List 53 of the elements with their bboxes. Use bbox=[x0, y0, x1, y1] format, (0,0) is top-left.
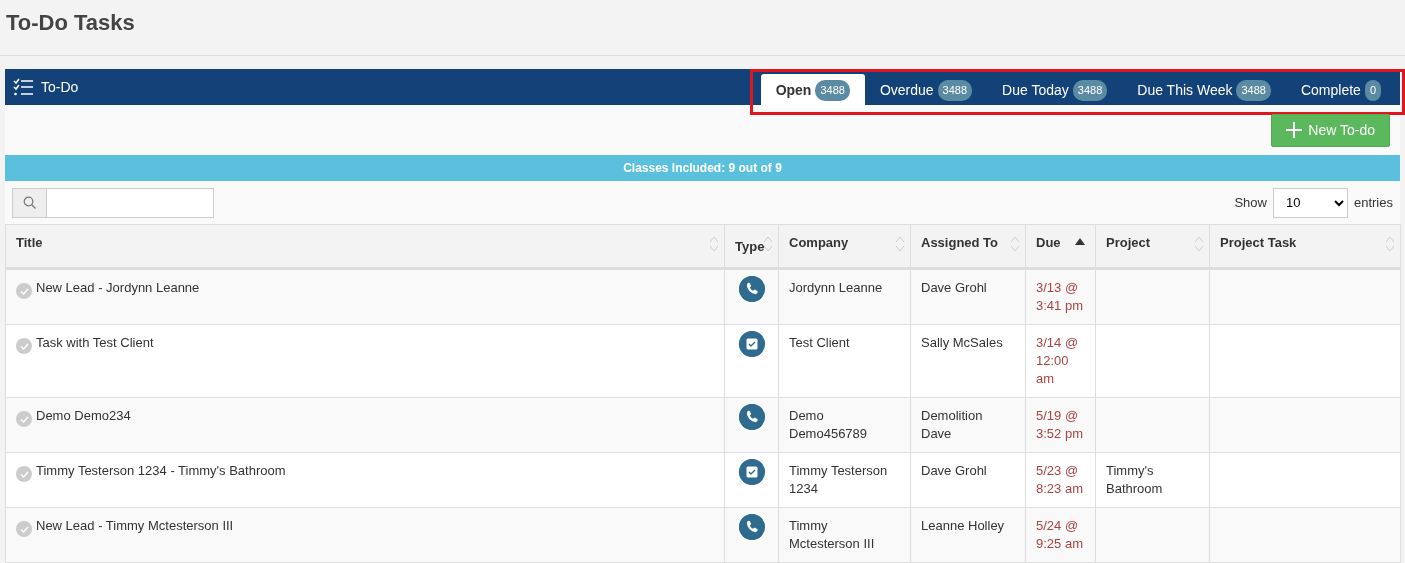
count-badge: 3488 bbox=[1072, 80, 1108, 101]
assignee-cell: Dave Grohl bbox=[910, 452, 1026, 507]
show-label: Show bbox=[1234, 193, 1267, 212]
column-header[interactable]: Project bbox=[1095, 224, 1210, 268]
complete-check-icon[interactable] bbox=[16, 466, 32, 482]
assignee-cell: Sally McSales bbox=[910, 324, 1026, 397]
assignee-cell: Dave Grohl bbox=[910, 268, 1026, 324]
due-cell: 5/19 @ 3:52 pm bbox=[1025, 397, 1096, 452]
tab[interactable]: Due Today 3488 bbox=[987, 74, 1123, 106]
tab[interactable]: Open 3488 bbox=[760, 74, 865, 108]
due-cell: 5/23 @ 8:23 am bbox=[1025, 452, 1096, 507]
title-cell: Task with Test Client bbox=[5, 324, 725, 397]
column-header[interactable]: Due bbox=[1025, 224, 1096, 268]
panel-title: To-Do bbox=[41, 77, 79, 97]
info-bar: Classes Included: 9 out of 9 bbox=[5, 155, 1400, 181]
company-cell: Jordynn Leanne bbox=[778, 268, 911, 324]
assignee-cell: Demolition Dave bbox=[910, 397, 1026, 452]
complete-check-icon[interactable] bbox=[16, 283, 32, 299]
complete-check-icon[interactable] bbox=[16, 338, 32, 354]
due-cell: 3/13 @ 3:41 pm bbox=[1025, 268, 1096, 324]
complete-check-icon[interactable] bbox=[16, 411, 32, 427]
column-header[interactable]: Project Task bbox=[1209, 224, 1401, 268]
page-title: To-Do Tasks bbox=[0, 0, 1405, 56]
company-cell: Timmy Mctesterson III bbox=[778, 507, 911, 562]
title-cell: New Lead - Jordynn Leanne bbox=[5, 268, 725, 324]
company-cell: Demo Demo456789 bbox=[778, 397, 911, 452]
column-header[interactable]: Assigned To bbox=[910, 224, 1026, 268]
tab[interactable]: Complete 0 bbox=[1285, 74, 1396, 106]
title-cell: Demo Demo234 bbox=[5, 397, 725, 452]
checklist-icon bbox=[13, 78, 33, 96]
count-badge: 0 bbox=[1364, 80, 1381, 101]
title-cell: New Lead - Timmy Mctesterson III bbox=[5, 507, 725, 562]
plus-icon bbox=[1286, 122, 1303, 138]
due-cell: 5/24 @ 9:25 am bbox=[1025, 507, 1096, 562]
assignee-cell: Leanne Holley bbox=[910, 507, 1026, 562]
entries-label: entries bbox=[1353, 193, 1393, 212]
entries-select[interactable]: 10 bbox=[1272, 187, 1348, 218]
column-header[interactable]: Company bbox=[778, 224, 911, 268]
search-field[interactable] bbox=[12, 187, 214, 218]
column-header[interactable]: Title bbox=[5, 224, 725, 268]
complete-check-icon[interactable] bbox=[16, 521, 32, 537]
tab[interactable]: Due This Week 3488 bbox=[1122, 74, 1286, 106]
count-badge: 3488 bbox=[1236, 80, 1271, 101]
search-icon bbox=[23, 196, 36, 209]
tab[interactable]: Overdue 3488 bbox=[864, 74, 988, 106]
project-cell: Timmy's Bathroom bbox=[1095, 452, 1210, 507]
due-cell: 3/14 @ 12:00 am bbox=[1025, 324, 1096, 397]
column-header[interactable]: Type bbox=[724, 224, 779, 268]
title-cell: Timmy Testerson 1234 - Timmy's Bathroom bbox=[5, 452, 725, 507]
count-badge: 3488 bbox=[815, 80, 850, 101]
count-badge: 3488 bbox=[937, 80, 973, 101]
company-cell: Timmy Testerson 1234 bbox=[778, 452, 911, 507]
company-cell: Test Client bbox=[778, 324, 911, 397]
